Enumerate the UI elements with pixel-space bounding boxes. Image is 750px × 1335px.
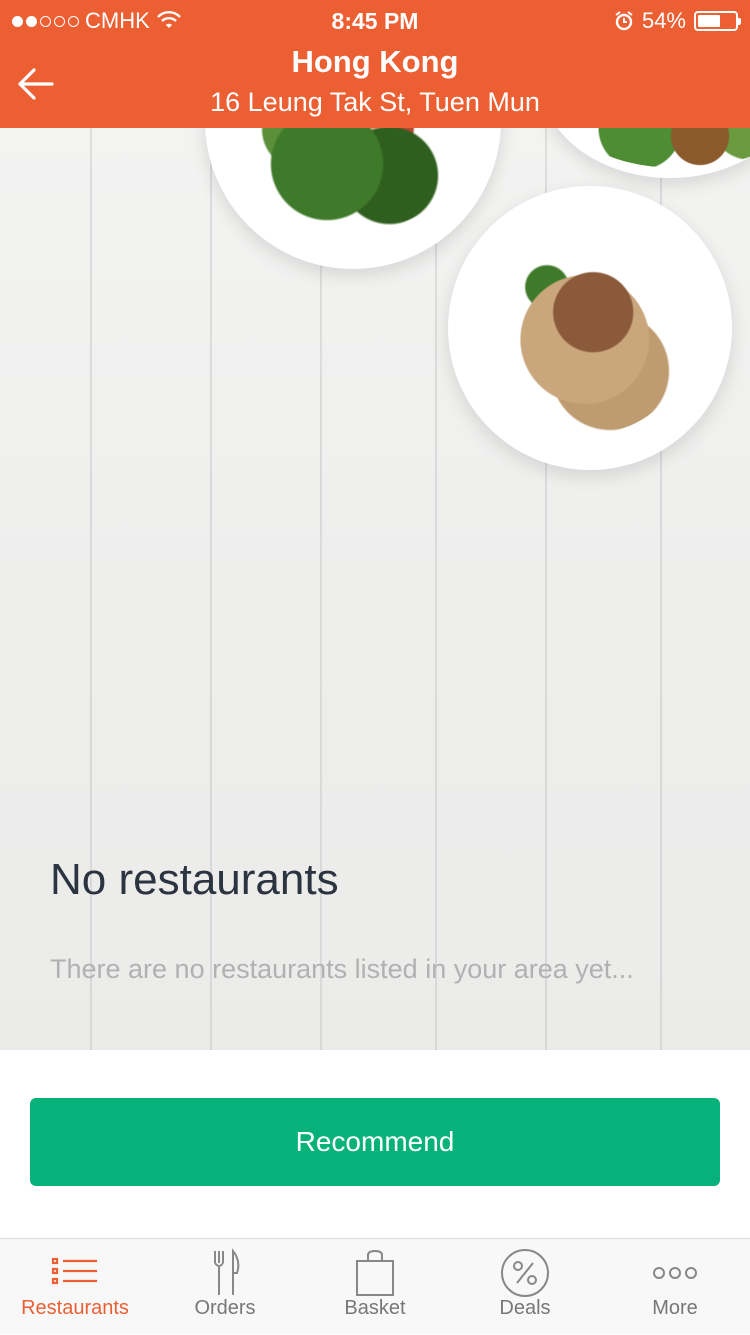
tab-restaurants[interactable]: Restaurants <box>0 1239 150 1335</box>
tab-bar: Restaurants Orders Basket Deals More <box>0 1238 750 1334</box>
tab-label: More <box>652 1297 698 1319</box>
tab-label: Restaurants <box>21 1297 129 1319</box>
tab-more[interactable]: More <box>600 1239 750 1335</box>
tab-basket[interactable]: Basket <box>300 1239 450 1335</box>
empty-state-message: There are no restaurants listed in your … <box>50 954 634 984</box>
battery-icon <box>694 11 741 31</box>
tab-label: Basket <box>344 1297 406 1319</box>
tab-deals[interactable]: Deals <box>450 1239 600 1335</box>
empty-state-title: No restaurants <box>50 855 339 904</box>
status-right: 54% <box>614 8 741 34</box>
recommend-button[interactable]: Recommend <box>30 1098 720 1186</box>
status-bar: CMHK 8:45 PM 54% <box>0 0 750 40</box>
tab-label: Deals <box>499 1297 551 1319</box>
bag-icon <box>356 1249 394 1296</box>
tab-label: Orders <box>194 1297 256 1319</box>
page-title: Hong Kong <box>291 44 459 79</box>
salad-plate-image <box>205 128 501 269</box>
fork-knife-icon <box>214 1248 240 1295</box>
header-bar: CMHK 8:45 PM 54% Hong Kong 16 Leung Tak … <box>0 0 750 128</box>
more-dots-icon <box>653 1267 697 1279</box>
percent-icon <box>501 1249 549 1297</box>
battery-percent: 54% <box>641 8 686 33</box>
address-subtitle: 16 Leung Tak St, Tuen Mun <box>210 87 540 117</box>
list-icon <box>51 1257 97 1285</box>
action-area: Recommend <box>0 1050 750 1238</box>
tab-orders[interactable]: Orders <box>150 1239 300 1335</box>
hero-background: No restaurants There are no restaurants … <box>0 128 750 1050</box>
side-plate-image <box>540 128 750 178</box>
pasta-plate-image <box>448 186 732 470</box>
alarm-icon <box>615 11 633 31</box>
